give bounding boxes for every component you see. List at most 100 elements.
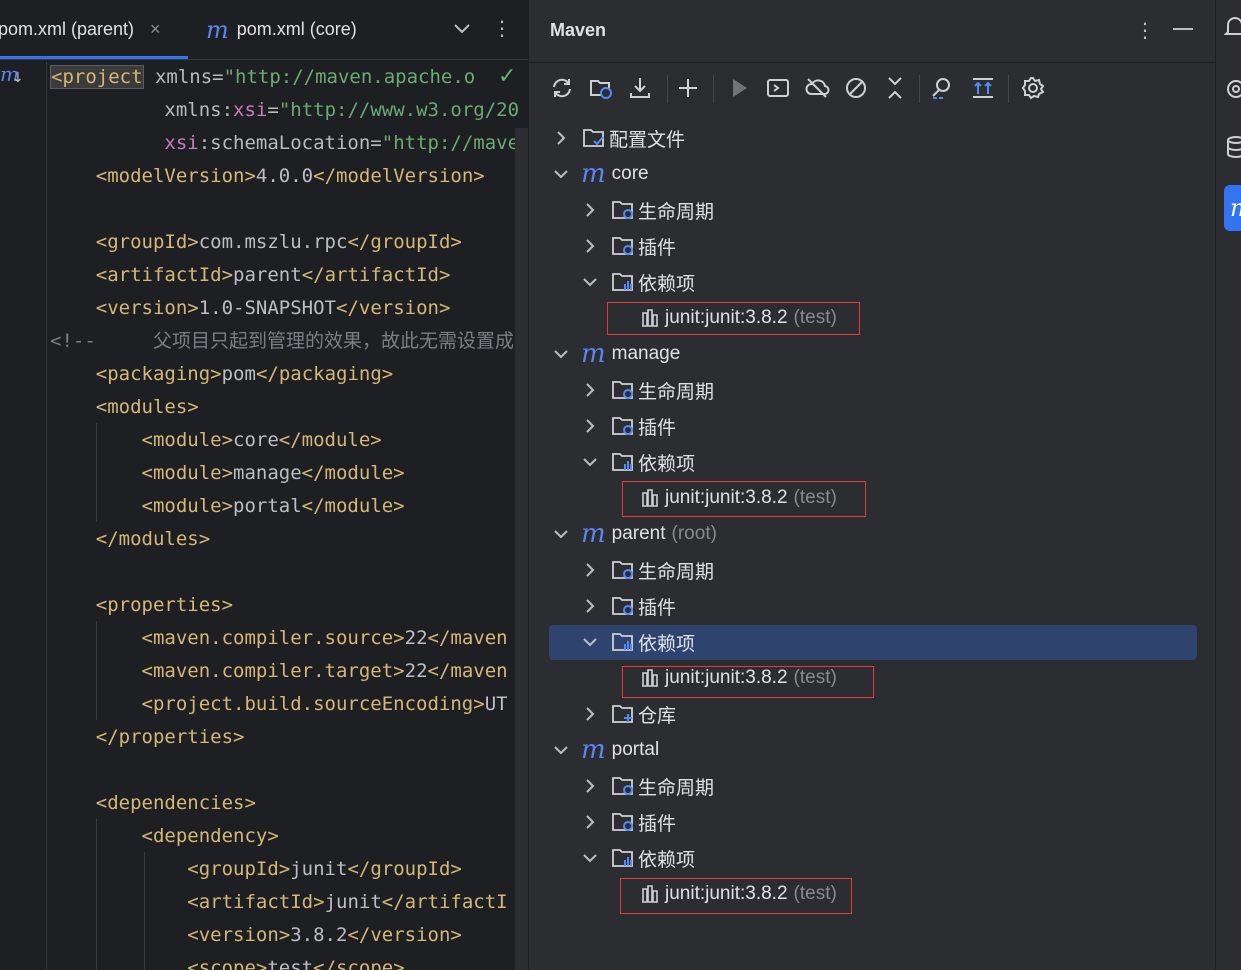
chevron-right-icon[interactable] (582, 814, 598, 830)
chevron-down-icon[interactable] (450, 16, 474, 40)
code-line: <module>manage</module> (141, 462, 405, 484)
plugins-folder-icon (610, 594, 636, 618)
chevron-right-icon[interactable] (582, 202, 598, 218)
tree-node-lifecycle[interactable]: 生命周期 (529, 372, 1216, 408)
chevron-right-icon[interactable] (582, 382, 598, 398)
analyze-dependencies-icon[interactable] (928, 74, 956, 102)
tree-node-repositories[interactable]: 仓库 (529, 696, 1216, 732)
tab-label: pom.xml (core) (236, 19, 357, 39)
chevron-down-icon[interactable] (553, 742, 569, 758)
maven-gutter-icon[interactable]: m ↓ (0, 62, 26, 92)
panel-title: Maven (550, 20, 607, 40)
tree-node-lifecycle[interactable]: 生命周期 (529, 192, 1216, 228)
highlight-box (622, 481, 866, 517)
plugins-folder-icon (610, 414, 636, 438)
close-icon[interactable]: × (150, 19, 161, 40)
code-line: <modules> (95, 396, 199, 418)
chevron-down-icon[interactable] (553, 526, 569, 542)
chevron-down-icon[interactable] (553, 166, 569, 182)
code-line: </modules> (95, 528, 211, 550)
repositories-folder-icon (610, 702, 636, 726)
tree-node-dependencies-selected[interactable]: 依赖项 (529, 624, 1216, 660)
maven-tool-button[interactable]: m (1224, 185, 1241, 231)
code-line: <properties> (95, 594, 234, 616)
toolbar-separator (713, 75, 714, 103)
tree-node-dependencies[interactable]: 依赖项 (529, 444, 1216, 480)
editor-tab-bar: pom.xml (parent) × m pom.xml (core) ⋮ (0, 0, 528, 60)
more-options-icon[interactable]: ⋮ (1135, 18, 1155, 44)
notifications-icon[interactable] (1223, 14, 1241, 40)
chevron-right-icon[interactable] (582, 418, 598, 434)
code-line: <packaging>pom</packaging> (95, 363, 394, 385)
profiles-folder-icon (581, 126, 607, 150)
code-line: <project xmlns="http://maven.apache.o (50, 65, 476, 89)
chevron-right-icon[interactable] (582, 562, 598, 578)
tree-node-plugins[interactable]: 插件 (529, 588, 1216, 624)
run-icon[interactable] (725, 74, 753, 102)
chevron-right-icon[interactable] (553, 130, 569, 146)
tab-pom-parent[interactable]: pom.xml (parent) × (0, 0, 188, 59)
maven-tool-window: Maven ⋮ 配置文件 m core 生命周期 插件 依赖项 junit:ju… (528, 0, 1216, 970)
minimize-icon[interactable] (1173, 28, 1193, 30)
tree-node-plugins[interactable]: 插件 (529, 408, 1216, 444)
chevron-down-icon[interactable] (582, 454, 598, 470)
chevron-right-icon[interactable] (582, 598, 598, 614)
code-line: <groupId>com.mszlu.rpc</groupId> (95, 231, 462, 253)
right-tool-strip: m (1215, 0, 1241, 970)
tree-node-module-portal[interactable]: m portal (529, 732, 1216, 768)
code-line: <module>portal</module> (141, 495, 405, 517)
chevron-right-icon[interactable] (582, 778, 598, 794)
tree-node-profiles[interactable]: 配置文件 (529, 120, 1216, 156)
maven-module-icon: m (581, 339, 606, 369)
reload-folder-icon[interactable] (587, 74, 615, 102)
code-line: </properties> (95, 726, 245, 748)
code-line: <groupId>junit</groupId> (187, 858, 462, 880)
chevron-down-icon[interactable] (553, 346, 569, 362)
maven-module-icon: m (581, 519, 606, 549)
dependencies-folder-icon (610, 846, 636, 870)
reload-icon[interactable] (548, 74, 576, 102)
chevron-right-icon[interactable] (582, 238, 598, 254)
plugins-folder-icon (610, 810, 636, 834)
code-line: <artifactId>junit</artifactI (187, 891, 508, 913)
code-editor[interactable]: pom.xml (parent) × m pom.xml (core) ⋮ m ↓… (0, 0, 528, 970)
dependencies-folder-icon (610, 270, 636, 294)
code-line: <modelVersion>4.0.0</modelVersion> (95, 165, 485, 187)
code-line: <version>1.0-SNAPSHOT</version> (95, 297, 451, 319)
tree-node-module-core[interactable]: m core (529, 156, 1216, 192)
tree-node-plugins[interactable]: 插件 (529, 804, 1216, 840)
indent-guide (46, 62, 47, 970)
code-line: <dependencies> (95, 792, 256, 814)
tree-node-dependencies[interactable]: 依赖项 (529, 840, 1216, 876)
chevron-right-icon[interactable] (582, 706, 598, 722)
skip-tests-icon[interactable] (842, 74, 870, 102)
tree-node-module-manage[interactable]: m manage (529, 336, 1216, 372)
chevron-down-icon[interactable] (582, 634, 598, 650)
tree-node-plugins[interactable]: 插件 (529, 228, 1216, 264)
code-line: xsi:schemaLocation="http://mave (164, 132, 520, 154)
code-line: <dependency> (141, 825, 279, 847)
tree-node-lifecycle[interactable]: 生命周期 (529, 768, 1216, 804)
tree-node-module-parent[interactable]: m parent (root) (529, 516, 1216, 552)
add-icon[interactable] (674, 74, 702, 102)
download-icon[interactable] (626, 74, 654, 102)
chevron-down-icon[interactable] (582, 850, 598, 866)
tab-pom-core[interactable]: m pom.xml (core) (206, 0, 357, 59)
code-text[interactable]: <project xmlns="http://maven.apache.o xm… (50, 61, 528, 970)
tree-node-lifecycle[interactable]: 生命周期 (529, 552, 1216, 588)
settings-icon[interactable] (1019, 74, 1047, 102)
tree-node-dependencies[interactable]: 依赖项 (529, 264, 1216, 300)
ai-assistant-icon[interactable] (1224, 76, 1241, 102)
maven-module-icon: m (581, 735, 606, 765)
dependencies-folder-icon (610, 450, 636, 474)
database-icon[interactable] (1224, 134, 1241, 160)
run-configuration-icon[interactable] (764, 74, 792, 102)
collapse-all-icon[interactable] (881, 74, 909, 102)
offline-mode-icon[interactable] (803, 74, 831, 102)
more-options-icon[interactable]: ⋮ (492, 16, 512, 40)
show-dependencies-icon[interactable] (969, 74, 997, 102)
chevron-down-icon[interactable] (582, 274, 598, 290)
editor-scrollbar[interactable] (515, 128, 528, 970)
